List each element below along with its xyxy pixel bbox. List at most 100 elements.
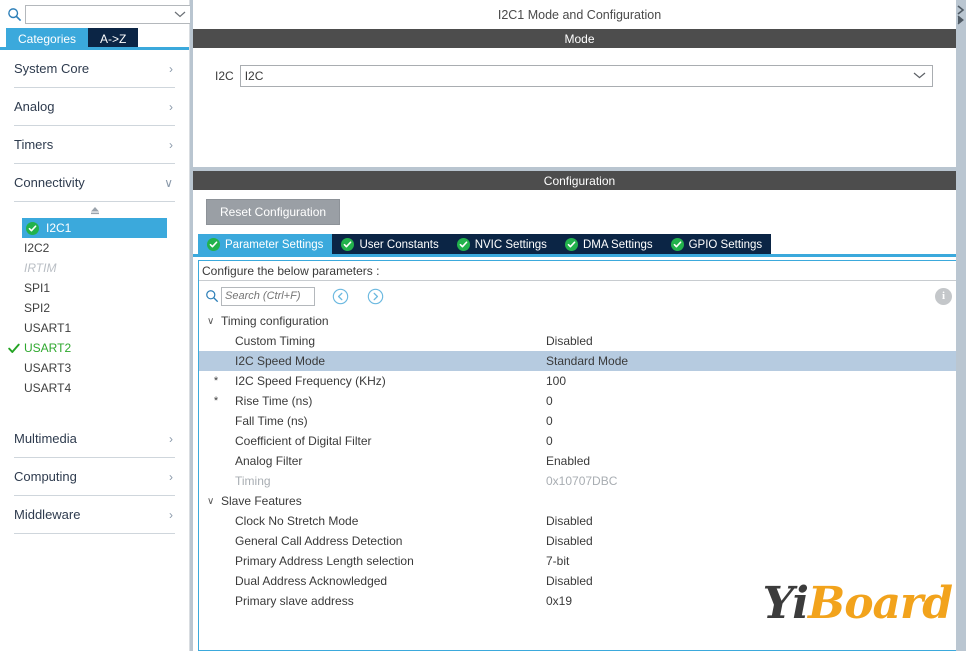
parameter-search-box[interactable] <box>221 286 315 306</box>
row-value[interactable]: 0 <box>546 394 960 408</box>
row-value[interactable]: 100 <box>546 374 960 388</box>
chevron-right-icon: › <box>169 61 173 76</box>
row-value[interactable]: Disabled <box>546 574 960 588</box>
tree-item-label: USART3 <box>24 361 72 375</box>
tree-item-i2c1[interactable]: I2C1 <box>22 218 167 238</box>
table-row[interactable]: Primary Address Length selection 7-bit <box>199 551 960 571</box>
row-value[interactable]: Disabled <box>546 334 960 348</box>
row-name: Rise Time (ns) <box>235 394 313 408</box>
row-value[interactable]: Enabled <box>546 454 960 468</box>
tree-item-irtim[interactable]: IRTIM <box>0 258 189 278</box>
component-sidebar: Categories A->Z System Core › Analog › T… <box>0 0 212 651</box>
mode-select[interactable]: I2C <box>239 65 933 87</box>
sidebar-item-label: Multimedia <box>14 431 77 446</box>
reset-configuration-button[interactable]: Reset Configuration <box>206 199 341 225</box>
row-value[interactable]: Disabled <box>546 534 960 548</box>
sidebar-item-label: Middleware <box>14 507 81 522</box>
info-icon[interactable]: i <box>935 287 952 305</box>
row-name: Custom Timing <box>235 334 316 348</box>
sidebar-search-input[interactable] <box>26 6 174 22</box>
table-row[interactable]: Primary slave address 0x19 <box>199 591 960 611</box>
mode-section-header: Mode <box>193 29 966 48</box>
green-check-circle-icon <box>456 237 470 252</box>
row-name: Clock No Stretch Mode <box>235 514 359 528</box>
row-value[interactable]: Disabled <box>546 514 960 528</box>
row-name: Primary slave address <box>235 594 354 608</box>
tree-item-spi2[interactable]: SPI2 <box>0 298 189 318</box>
group-row-timing-configuration[interactable]: ∨ Timing configuration <box>199 311 960 331</box>
table-row[interactable]: Dual Address Acknowledged Disabled <box>199 571 960 591</box>
tree-item-i2c2[interactable]: I2C2 <box>0 238 189 258</box>
table-row[interactable]: Coefficient of Digital Filter 0 <box>199 431 960 451</box>
tab-categories[interactable]: Categories <box>6 28 89 50</box>
tree-item-usart1[interactable]: USART1 <box>0 318 189 338</box>
table-row[interactable]: * Rise Time (ns) 0 <box>199 391 960 411</box>
sidebar-item-multimedia[interactable]: Multimedia › <box>14 420 175 458</box>
sidebar-tab-strip: Categories A->Z <box>0 28 189 50</box>
component-main-panel: I2C1 Mode and Configuration Mode I2C I2C… <box>190 0 966 651</box>
green-check-circle-icon <box>670 237 684 252</box>
chevron-collapse-icon[interactable] <box>956 2 966 30</box>
table-row[interactable]: Fall Time (ns) 0 <box>199 411 960 431</box>
chevron-down-icon[interactable]: ∨ <box>207 316 221 327</box>
tree-item-label: SPI2 <box>24 301 51 315</box>
tab-nvic-settings[interactable]: NVIC Settings <box>447 234 556 255</box>
parameter-search-input[interactable] <box>222 287 314 305</box>
panel-collapse-strip[interactable] <box>956 0 966 651</box>
row-value[interactable]: 0x19 <box>546 594 960 608</box>
row-name: I2C Speed Mode <box>235 354 326 368</box>
tab-a-to-z[interactable]: A->Z <box>88 28 139 50</box>
sidebar-item-timers[interactable]: Timers › <box>14 126 175 164</box>
tab-gpio-settings[interactable]: GPIO Settings <box>661 234 772 255</box>
tab-label: User Constants <box>359 238 439 251</box>
circle-chevron-right-icon[interactable] <box>365 286 385 306</box>
green-check-circle-icon <box>564 237 578 252</box>
tree-item-usart3[interactable]: USART3 <box>0 358 189 378</box>
sidebar-item-label: System Core <box>14 61 90 76</box>
sidebar-item-system-core[interactable]: System Core › <box>14 50 175 88</box>
sidebar-item-connectivity[interactable]: Connectivity ∨ <box>14 164 175 202</box>
tab-dma-settings[interactable]: DMA Settings <box>555 234 662 255</box>
circle-chevron-left-icon[interactable] <box>330 286 350 306</box>
page-title: I2C1 Mode and Configuration <box>193 0 966 29</box>
tab-label: DMA Settings <box>582 238 653 251</box>
tree-item-spi1[interactable]: SPI1 <box>0 278 189 298</box>
configuration-section-header: Configuration <box>193 171 966 190</box>
tab-user-constants[interactable]: User Constants <box>332 234 448 255</box>
green-check-circle-icon <box>341 237 355 252</box>
tree-scroll-up-indicator[interactable] <box>0 202 189 218</box>
tree-item-label: SPI1 <box>24 281 51 295</box>
table-row[interactable]: I2C Speed Mode Standard Mode <box>199 351 960 371</box>
row-name: Analog Filter <box>235 454 303 468</box>
chevron-right-icon: › <box>169 99 173 114</box>
chevron-down-icon[interactable] <box>174 7 186 21</box>
sidebar-search-row <box>0 0 212 28</box>
search-icon <box>4 4 24 24</box>
tree-item-label: USART1 <box>24 321 72 335</box>
tab-label: GPIO Settings <box>688 238 763 251</box>
sidebar-item-analog[interactable]: Analog › <box>14 88 175 126</box>
row-value[interactable]: 7-bit <box>546 554 960 568</box>
row-value[interactable]: 0 <box>546 434 960 448</box>
group-row-slave-features[interactable]: ∨ Slave Features <box>199 491 960 511</box>
tree-item-label: USART2 <box>24 341 72 355</box>
row-value[interactable]: 0 <box>546 414 960 428</box>
chevron-down-icon[interactable] <box>913 70 926 82</box>
green-check-icon <box>6 340 22 356</box>
sidebar-search-combo[interactable] <box>25 4 191 24</box>
chevron-down-icon[interactable]: ∨ <box>207 496 221 507</box>
table-row[interactable]: General Call Address Detection Disabled <box>199 531 960 551</box>
table-row[interactable]: Custom Timing Disabled <box>199 331 960 351</box>
sidebar-item-computing[interactable]: Computing › <box>14 458 175 496</box>
sidebar-item-middleware[interactable]: Middleware › <box>14 496 175 534</box>
row-value[interactable]: Standard Mode <box>546 354 960 368</box>
tab-parameter-settings[interactable]: Parameter Settings <box>198 234 333 255</box>
tree-item-usart4[interactable]: USART4 <box>0 378 189 398</box>
chevron-down-icon: ∨ <box>164 175 173 190</box>
mode-row: I2C I2C <box>193 65 966 87</box>
table-row[interactable]: Analog Filter Enabled <box>199 451 960 471</box>
table-row[interactable]: * I2C Speed Frequency (KHz) 100 <box>199 371 960 391</box>
table-row[interactable]: Clock No Stretch Mode Disabled <box>199 511 960 531</box>
sidebar-item-label: Connectivity <box>14 175 85 190</box>
tree-item-usart2[interactable]: USART2 <box>0 338 189 358</box>
